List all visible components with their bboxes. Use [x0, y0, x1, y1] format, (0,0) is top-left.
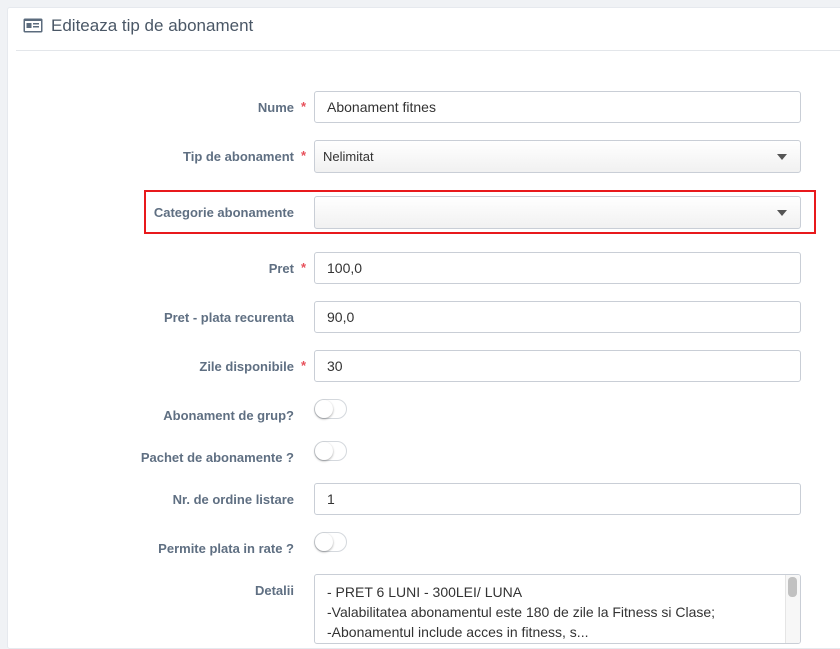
chevron-down-icon	[777, 210, 787, 216]
pachet-label: Pachet de abonamente ?	[140, 450, 294, 465]
rate-toggle[interactable]	[314, 532, 347, 552]
zile-input[interactable]: 30	[314, 350, 801, 382]
tip-required-marker: *	[301, 148, 307, 163]
nume-label: Nume	[257, 100, 294, 115]
chevron-down-icon	[777, 154, 787, 160]
detalii-line: -Abonamentul include acces in fitness, s…	[327, 624, 589, 640]
tip-abonament-value: Nelimitat	[323, 149, 374, 164]
detalii-label: Detalii	[254, 583, 294, 598]
rate-label: Permite plata in rate ?	[158, 541, 294, 556]
pachet-toggle[interactable]	[314, 441, 347, 461]
zile-label: Zile disponibile	[199, 359, 294, 374]
detalii-textarea[interactable]: - PRET 6 LUNI - 300LEI/ LUNA -Valabilita…	[314, 574, 801, 644]
pret-recurent-label: Pret - plata recurenta	[163, 310, 294, 325]
tip-abonament-label: Tip de abonament	[183, 149, 294, 164]
categorie-select[interactable]	[314, 196, 801, 229]
categorie-label: Categorie abonamente	[153, 205, 294, 220]
pret-label: Pret	[268, 261, 294, 276]
detalii-line: -Valabilitatea abonamentul este 180 de z…	[327, 604, 716, 620]
toggle-knob	[315, 400, 333, 418]
grup-label: Abonament de grup?	[163, 408, 294, 423]
tip-abonament-select[interactable]: Nelimitat	[314, 140, 801, 173]
toggle-knob	[315, 442, 333, 460]
panel-header: Editeaza tip de abonament	[16, 0, 840, 51]
nume-required-marker: *	[301, 99, 307, 114]
pret-recurent-input[interactable]: 90,0	[314, 301, 801, 333]
zile-required-marker: *	[301, 358, 307, 373]
ordine-label: Nr. de ordine listare	[172, 492, 294, 507]
page-title: Editeaza tip de abonament	[51, 16, 254, 35]
textarea-scrollbar-track[interactable]	[785, 575, 800, 643]
textarea-scrollbar-thumb[interactable]	[788, 577, 797, 597]
pret-required-marker: *	[301, 260, 307, 275]
pret-input[interactable]: 100,0	[314, 252, 801, 284]
grup-toggle[interactable]	[314, 399, 347, 419]
toggle-knob	[315, 533, 333, 551]
ordine-input[interactable]: 1	[314, 483, 801, 515]
detalii-line: - PRET 6 LUNI - 300LEI/ LUNA	[327, 584, 523, 600]
nume-input[interactable]: Abonament fitnes	[314, 91, 801, 123]
id-card-icon	[23, 18, 43, 33]
